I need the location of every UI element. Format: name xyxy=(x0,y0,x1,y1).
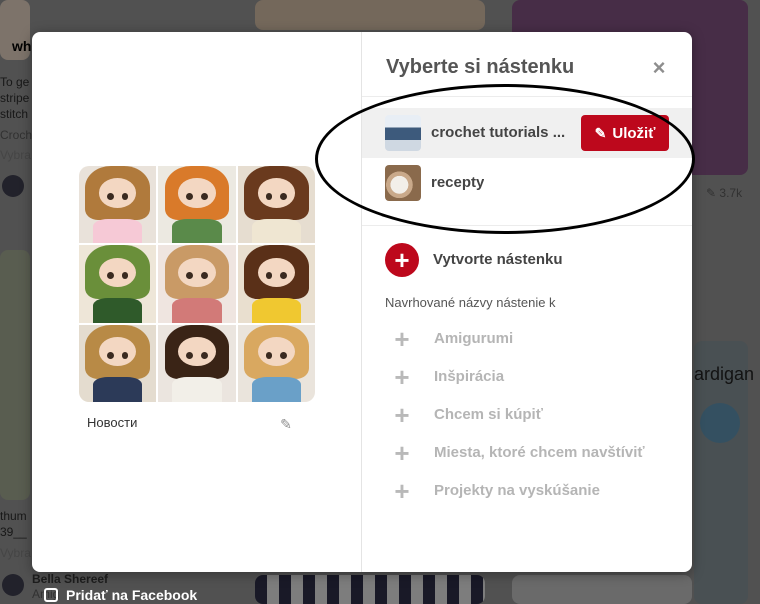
suggestion-label: Miesta, ktoré chcem navštíviť xyxy=(434,444,645,461)
plus-icon: + xyxy=(394,324,410,354)
suggestion-label: Chcem si kúpiť xyxy=(434,406,543,423)
save-button[interactable]: ✎ Uložiť xyxy=(581,115,669,151)
doll-image xyxy=(79,245,157,323)
doll-image xyxy=(237,245,315,323)
suggestions-heading: Navrhované názvy nástenie k xyxy=(385,295,556,310)
doll-image xyxy=(79,324,157,402)
plus-icon: + xyxy=(394,362,410,392)
board-list-pane: Vyberte si nástenku × crochet tutorials … xyxy=(362,32,692,572)
pin-icon: ✎ xyxy=(594,125,607,141)
close-icon[interactable]: × xyxy=(647,56,671,80)
board-row-crochet-tutorials[interactable]: crochet tutorials ... ✎ Uložiť xyxy=(362,108,692,158)
board-thumbnail xyxy=(385,115,421,151)
pin-description: Новости xyxy=(87,415,138,430)
pin-preview-pane: Новости ✎ xyxy=(32,32,362,572)
pencil-icon[interactable]: ✎ xyxy=(277,416,295,432)
facebook-share-label: Pridať na Facebook xyxy=(66,587,198,603)
modal-title: Vyberte si nástenku xyxy=(386,56,575,78)
suggestion-label: Projekty na vyskúšanie xyxy=(434,482,600,499)
create-board-label: Vytvorte nástenku xyxy=(433,251,563,268)
divider xyxy=(362,96,692,97)
suggestion-label: Amigurumi xyxy=(434,330,514,347)
doll-image xyxy=(79,166,157,244)
pin-preview-image xyxy=(79,166,315,402)
doll-image xyxy=(158,324,236,402)
plus-icon: + xyxy=(385,243,419,277)
divider xyxy=(362,225,692,226)
board-picker-modal: Новости ✎ Vyberte si nástenku × crochet … xyxy=(32,32,692,572)
doll-image xyxy=(158,245,236,323)
doll-image xyxy=(237,324,315,402)
board-name: recepty xyxy=(431,174,485,191)
doll-image xyxy=(158,166,236,244)
board-name: crochet tutorials ... xyxy=(431,124,566,141)
board-thumbnail xyxy=(385,165,421,201)
suggestion-label: Inšpirácia xyxy=(434,368,505,385)
board-row-recepty[interactable]: recepty xyxy=(362,158,692,208)
plus-icon: + xyxy=(394,400,410,430)
plus-icon: + xyxy=(394,438,410,468)
plus-icon: + xyxy=(394,476,410,506)
checkbox[interactable] xyxy=(44,588,58,602)
save-button-label: Uložiť xyxy=(612,125,656,142)
doll-image xyxy=(237,166,315,244)
